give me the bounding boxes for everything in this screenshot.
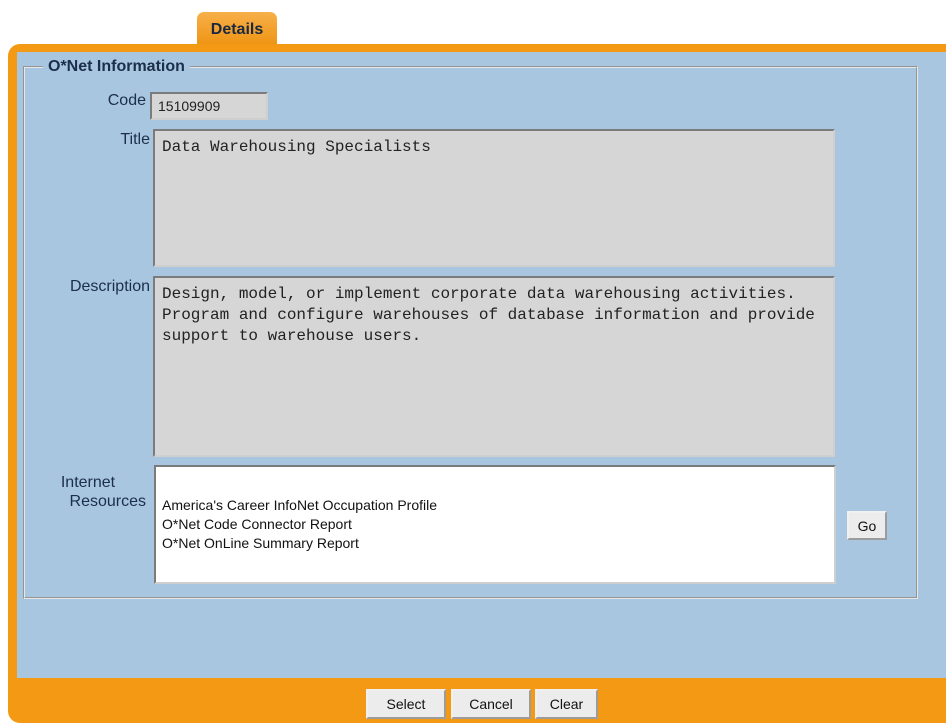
cancel-button[interactable]: Cancel: [451, 689, 531, 719]
code-field[interactable]: [150, 92, 268, 120]
tab-details-label: Details: [210, 21, 264, 38]
list-item[interactable]: America's Career InfoNet Occupation Prof…: [162, 496, 834, 515]
title-label: Title: [120, 131, 150, 148]
select-button[interactable]: Select: [366, 689, 446, 719]
internet-resources-label: Internet Resources: [30, 473, 146, 511]
list-item[interactable]: O*Net Code Connector Report: [162, 515, 834, 534]
description-label: Description: [69, 278, 150, 295]
tab-details[interactable]: Details: [197, 12, 277, 45]
description-field[interactable]: Design, model, or implement corporate da…: [153, 276, 835, 457]
go-button[interactable]: Go: [847, 511, 887, 540]
internet-resources-listbox[interactable]: America's Career InfoNet Occupation Prof…: [154, 465, 836, 584]
group-legend: O*Net Information: [48, 58, 185, 75]
title-field[interactable]: Data Warehousing Specialists: [153, 129, 835, 267]
clear-button[interactable]: Clear: [535, 689, 598, 719]
code-label: Code: [107, 92, 146, 109]
internet-resources-label-line2: Resources: [69, 493, 146, 510]
internet-resources-label-line1: Internet: [60, 474, 116, 491]
list-item[interactable]: O*Net OnLine Summary Report: [162, 534, 834, 553]
